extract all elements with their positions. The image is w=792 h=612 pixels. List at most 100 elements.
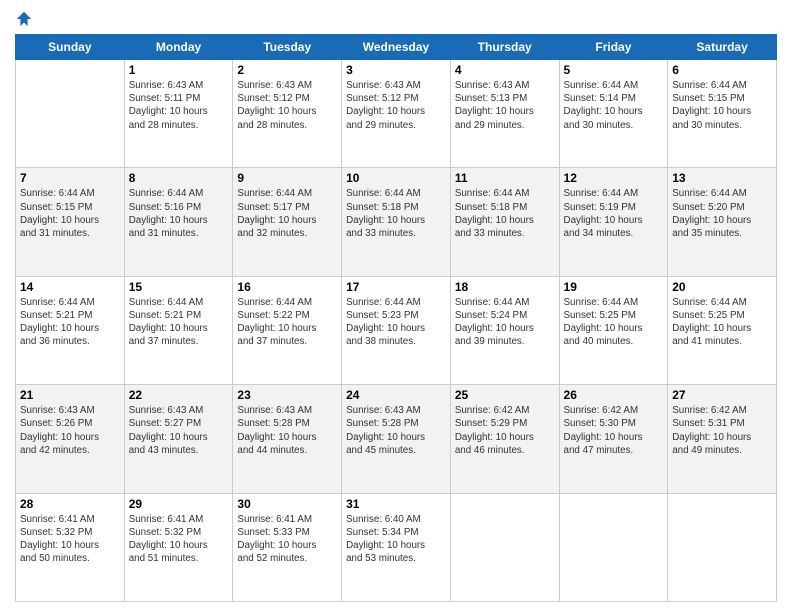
day-cell: 2 Sunrise: 6:43 AMSunset: 5:12 PMDaylight… [233, 60, 342, 168]
day-cell: 23 Sunrise: 6:43 AMSunset: 5:28 PMDayligh… [233, 385, 342, 493]
day-cell: 1 Sunrise: 6:43 AMSunset: 5:11 PMDaylight… [124, 60, 233, 168]
day-info: Sunrise: 6:44 AMSunset: 5:25 PMDaylight:… [672, 296, 772, 349]
day-cell: 27 Sunrise: 6:42 AMSunset: 5:31 PMDayligh… [668, 385, 777, 493]
day-info: Sunrise: 6:44 AMSunset: 5:18 PMDaylight:… [346, 187, 446, 240]
day-cell: 17Sunrise: 6:44 AMSunset: 5:23 PMDayligh… [342, 276, 451, 384]
day-info: Sunrise: 6:44 AMSunset: 5:18 PMDaylight:… [455, 187, 555, 240]
day-info: Sunrise: 6:44 AMSunset: 5:19 PMDaylight:… [564, 187, 664, 240]
day-info: Sunrise: 6:44 AMSunset: 5:15 PMDaylight:… [672, 79, 772, 132]
day-cell: 24 Sunrise: 6:43 AMSunset: 5:28 PMDayligh… [342, 385, 451, 493]
day-cell: 13 Sunrise: 6:44 AMSunset: 5:20 PMDayligh… [668, 168, 777, 276]
day-number: 21 [20, 388, 120, 402]
day-number: 27 [672, 388, 772, 402]
day-number: 2 [237, 63, 337, 77]
day-info: Sunrise: 6:44 AMSunset: 5:14 PMDaylight:… [564, 79, 664, 132]
day-cell: 26 Sunrise: 6:42 AMSunset: 5:30 PMDayligh… [559, 385, 668, 493]
day-number: 26 [564, 388, 664, 402]
day-number: 5 [564, 63, 664, 77]
day-cell: 5 Sunrise: 6:44 AMSunset: 5:14 PMDaylight… [559, 60, 668, 168]
day-info: Sunrise: 6:42 AMSunset: 5:30 PMDaylight:… [564, 404, 664, 457]
day-number: 14 [20, 280, 120, 294]
day-number: 25 [455, 388, 555, 402]
day-info: Sunrise: 6:44 AMSunset: 5:21 PMDaylight:… [20, 296, 120, 349]
day-cell: 28 Sunrise: 6:41 AMSunset: 5:32 PMDayligh… [16, 493, 125, 601]
day-header-monday: Monday [124, 35, 233, 60]
header [15, 10, 777, 28]
day-cell: 11 Sunrise: 6:44 AMSunset: 5:18 PMDayligh… [450, 168, 559, 276]
day-info: Sunrise: 6:44 AMSunset: 5:23 PMDaylight:… [346, 296, 446, 349]
day-number: 8 [129, 171, 229, 185]
day-info: Sunrise: 6:44 AMSunset: 5:20 PMDaylight:… [672, 187, 772, 240]
day-info: Sunrise: 6:43 AMSunset: 5:28 PMDaylight:… [237, 404, 337, 457]
day-cell: 12 Sunrise: 6:44 AMSunset: 5:19 PMDayligh… [559, 168, 668, 276]
days-header-row: SundayMondayTuesdayWednesdayThursdayFrid… [16, 35, 777, 60]
day-info: Sunrise: 6:44 AMSunset: 5:15 PMDaylight:… [20, 187, 120, 240]
day-cell: 22 Sunrise: 6:43 AMSunset: 5:27 PMDayligh… [124, 385, 233, 493]
day-number: 20 [672, 280, 772, 294]
day-header-friday: Friday [559, 35, 668, 60]
day-cell: 7 Sunrise: 6:44 AMSunset: 5:15 PMDaylight… [16, 168, 125, 276]
day-number: 28 [20, 497, 120, 511]
day-info: Sunrise: 6:44 AMSunset: 5:24 PMDaylight:… [455, 296, 555, 349]
day-info: Sunrise: 6:43 AMSunset: 5:13 PMDaylight:… [455, 79, 555, 132]
week-row-4: 21Sunrise: 6:43 AMSunset: 5:26 PMDayligh… [16, 385, 777, 493]
day-number: 4 [455, 63, 555, 77]
day-number: 9 [237, 171, 337, 185]
day-header-saturday: Saturday [668, 35, 777, 60]
day-cell: 25Sunrise: 6:42 AMSunset: 5:29 PMDayligh… [450, 385, 559, 493]
day-info: Sunrise: 6:43 AMSunset: 5:27 PMDaylight:… [129, 404, 229, 457]
day-cell [559, 493, 668, 601]
day-info: Sunrise: 6:41 AMSunset: 5:32 PMDaylight:… [20, 513, 120, 566]
day-cell [16, 60, 125, 168]
day-cell: 4 Sunrise: 6:43 AMSunset: 5:13 PMDaylight… [450, 60, 559, 168]
day-info: Sunrise: 6:43 AMSunset: 5:11 PMDaylight:… [129, 79, 229, 132]
logo [15, 10, 37, 28]
day-number: 29 [129, 497, 229, 511]
day-cell [668, 493, 777, 601]
day-header-thursday: Thursday [450, 35, 559, 60]
calendar-table: SundayMondayTuesdayWednesdayThursdayFrid… [15, 34, 777, 602]
day-cell: 21Sunrise: 6:43 AMSunset: 5:26 PMDayligh… [16, 385, 125, 493]
day-number: 6 [672, 63, 772, 77]
day-number: 24 [346, 388, 446, 402]
day-number: 19 [564, 280, 664, 294]
day-number: 12 [564, 171, 664, 185]
day-number: 23 [237, 388, 337, 402]
day-info: Sunrise: 6:44 AMSunset: 5:16 PMDaylight:… [129, 187, 229, 240]
day-info: Sunrise: 6:41 AMSunset: 5:32 PMDaylight:… [129, 513, 229, 566]
day-info: Sunrise: 6:43 AMSunset: 5:12 PMDaylight:… [237, 79, 337, 132]
day-info: Sunrise: 6:43 AMSunset: 5:28 PMDaylight:… [346, 404, 446, 457]
day-cell: 15Sunrise: 6:44 AMSunset: 5:21 PMDayligh… [124, 276, 233, 384]
week-row-1: 1 Sunrise: 6:43 AMSunset: 5:11 PMDaylight… [16, 60, 777, 168]
day-number: 18 [455, 280, 555, 294]
day-cell: 3Sunrise: 6:43 AMSunset: 5:12 PMDaylight… [342, 60, 451, 168]
day-cell: 20 Sunrise: 6:44 AMSunset: 5:25 PMDayligh… [668, 276, 777, 384]
day-info: Sunrise: 6:44 AMSunset: 5:21 PMDaylight:… [129, 296, 229, 349]
day-cell: 30Sunrise: 6:41 AMSunset: 5:33 PMDayligh… [233, 493, 342, 601]
week-row-5: 28 Sunrise: 6:41 AMSunset: 5:32 PMDayligh… [16, 493, 777, 601]
page: SundayMondayTuesdayWednesdayThursdayFrid… [0, 0, 792, 612]
day-header-wednesday: Wednesday [342, 35, 451, 60]
day-cell: 14 Sunrise: 6:44 AMSunset: 5:21 PMDayligh… [16, 276, 125, 384]
day-number: 31 [346, 497, 446, 511]
day-info: Sunrise: 6:41 AMSunset: 5:33 PMDaylight:… [237, 513, 337, 566]
week-row-2: 7 Sunrise: 6:44 AMSunset: 5:15 PMDaylight… [16, 168, 777, 276]
day-number: 11 [455, 171, 555, 185]
day-number: 22 [129, 388, 229, 402]
day-number: 13 [672, 171, 772, 185]
week-row-3: 14 Sunrise: 6:44 AMSunset: 5:21 PMDayligh… [16, 276, 777, 384]
day-number: 16 [237, 280, 337, 294]
day-header-tuesday: Tuesday [233, 35, 342, 60]
day-info: Sunrise: 6:44 AMSunset: 5:25 PMDaylight:… [564, 296, 664, 349]
day-header-sunday: Sunday [16, 35, 125, 60]
day-number: 10 [346, 171, 446, 185]
logo-icon [15, 10, 33, 28]
day-cell: 10 Sunrise: 6:44 AMSunset: 5:18 PMDayligh… [342, 168, 451, 276]
day-number: 7 [20, 171, 120, 185]
day-cell: 6 Sunrise: 6:44 AMSunset: 5:15 PMDaylight… [668, 60, 777, 168]
day-info: Sunrise: 6:44 AMSunset: 5:17 PMDaylight:… [237, 187, 337, 240]
day-info: Sunrise: 6:42 AMSunset: 5:31 PMDaylight:… [672, 404, 772, 457]
day-number: 3 [346, 63, 446, 77]
day-info: Sunrise: 6:44 AMSunset: 5:22 PMDaylight:… [237, 296, 337, 349]
day-number: 1 [129, 63, 229, 77]
